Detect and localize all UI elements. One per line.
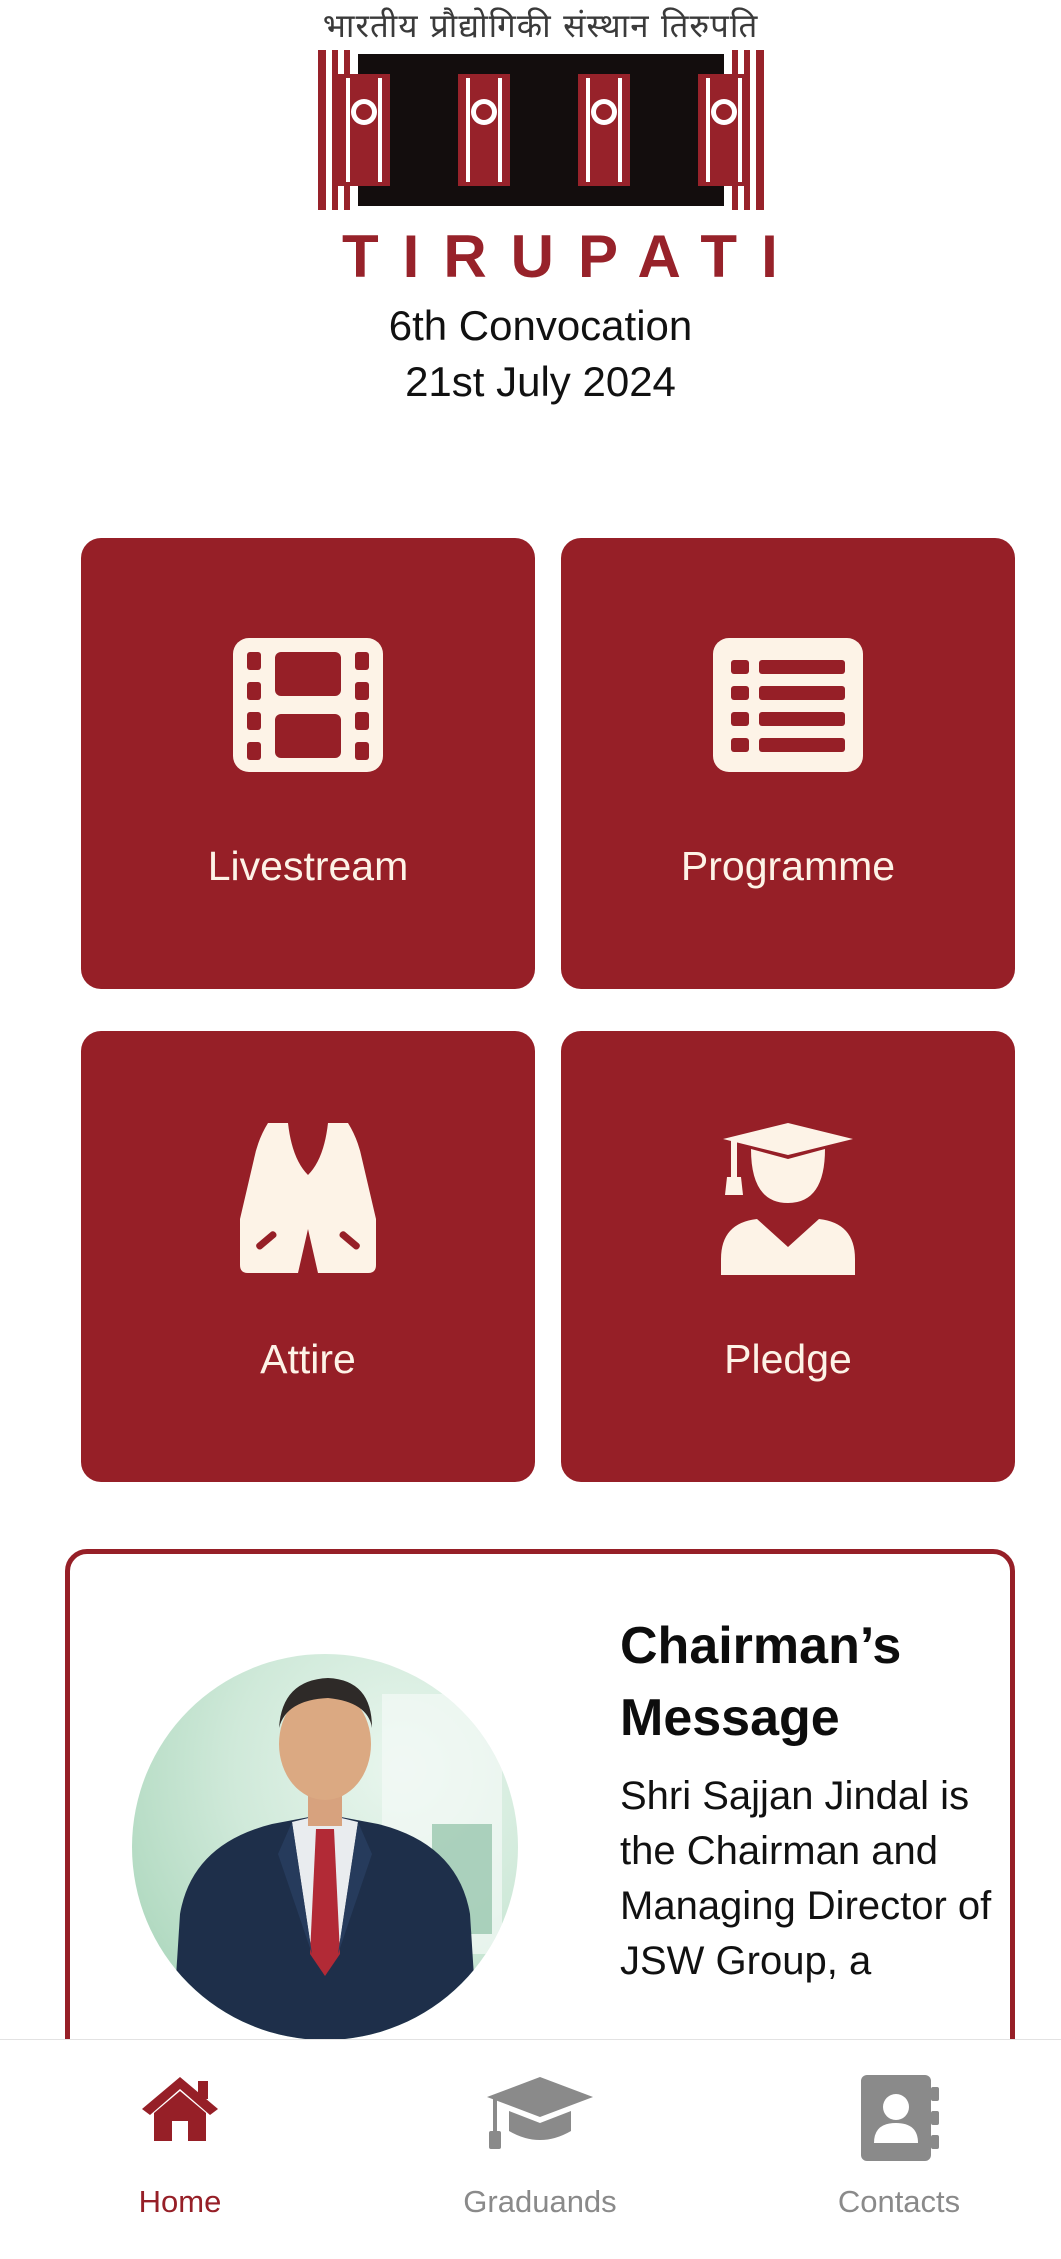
tile-livestream[interactable]: Livestream: [81, 538, 535, 989]
nav-home[interactable]: Home: [3, 2040, 357, 2259]
chairman-message-title: Chairman’s Message: [620, 1617, 902, 1747]
contact-book-icon: [722, 2075, 1061, 2161]
nav-label: Contacts: [837, 2184, 961, 2219]
institute-name-hindi: भारतीय प्रौद्योगिकी संस्थान तिरुपति: [322, 6, 759, 45]
institute-wordmark: TIRUPATI: [342, 223, 802, 290]
tile-programme[interactable]: Programme: [561, 538, 1015, 989]
tile-label: Attire: [260, 1336, 356, 1382]
nav-contacts[interactable]: Contacts: [722, 2040, 1061, 2259]
film-icon: [81, 638, 535, 772]
event-title: 6th Convocation: [388, 302, 693, 349]
nav-label: Home: [138, 2184, 222, 2219]
graduation-cap-icon: [363, 2075, 717, 2151]
tile-pledge[interactable]: Pledge: [561, 1031, 1015, 1482]
chairman-portrait: [132, 1654, 518, 2040]
home-icon: [3, 2075, 357, 2141]
bottom-nav: Home Graduands Contacts: [0, 2039, 1061, 2259]
vest-icon: [81, 1119, 535, 1273]
event-date: 21st July 2024: [405, 358, 676, 405]
list-icon: [561, 638, 1015, 772]
graduate-icon: [561, 1119, 1015, 1275]
tile-label: Programme: [680, 843, 896, 889]
nav-label: Graduands: [463, 2184, 617, 2219]
tile-label: Pledge: [724, 1336, 852, 1382]
nav-graduands[interactable]: Graduands: [363, 2040, 717, 2259]
chairman-message-body: Shri Sajjan Jindal is the Chairman and M…: [620, 1774, 992, 1983]
tile-attire[interactable]: Attire: [81, 1031, 535, 1482]
app-screen: भारतीय प्रौद्योगिकी संस्थान तिरुपति TIRU…: [0, 0, 1061, 2259]
iit-logo-mark: [318, 50, 764, 210]
tile-label: Livestream: [207, 843, 409, 889]
